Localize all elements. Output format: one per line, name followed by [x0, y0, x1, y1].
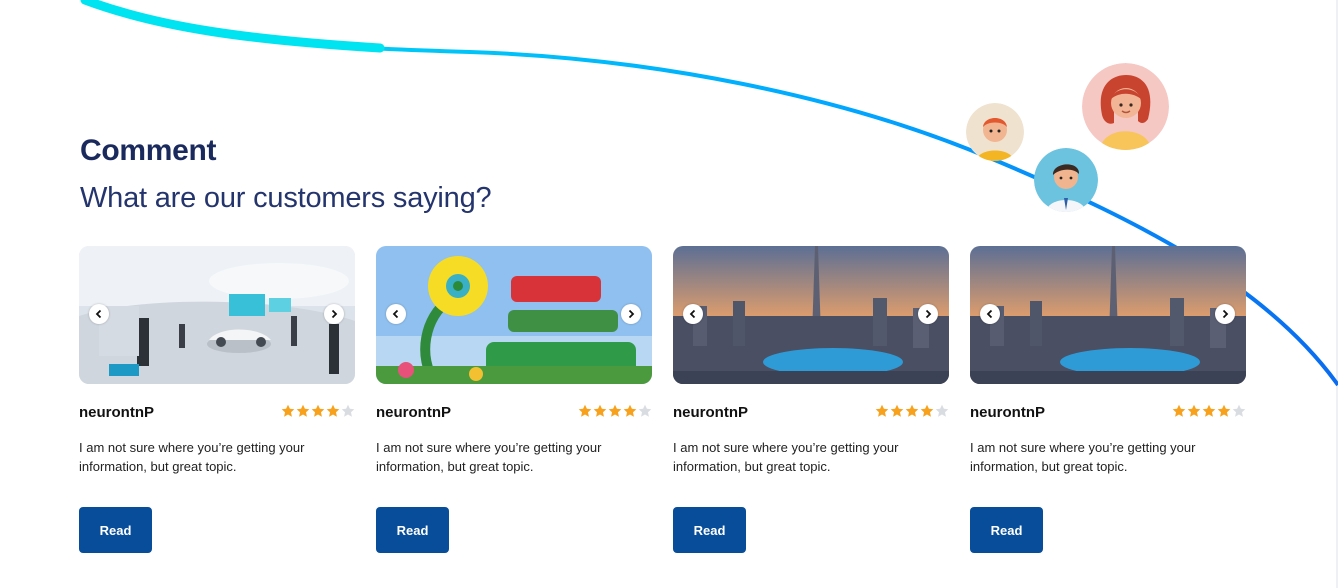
star-empty-icon — [638, 404, 652, 418]
reviewer-name: neurontnP — [79, 404, 154, 421]
star-filled-icon — [920, 404, 934, 418]
star-empty-icon — [1232, 404, 1246, 418]
carousel-prev-button[interactable] — [683, 304, 703, 324]
star-filled-icon — [593, 404, 607, 418]
star-filled-icon — [311, 404, 325, 418]
dubai-skyline-photo — [673, 246, 949, 384]
review-card: neurontnP I am not sure where you’re get… — [376, 246, 652, 556]
review-card: neurontnP I am not sure where you’re get… — [673, 246, 949, 556]
star-filled-icon — [1202, 404, 1216, 418]
star-filled-icon — [578, 404, 592, 418]
review-card: neurontnP I am not sure where you’re get… — [79, 246, 355, 556]
carousel-next-button[interactable] — [918, 304, 938, 324]
card-image-carousel — [376, 246, 652, 384]
card-image-carousel — [673, 246, 949, 384]
chevron-left-icon — [392, 309, 399, 319]
carousel-next-button[interactable] — [324, 304, 344, 324]
card-image-carousel — [970, 246, 1246, 384]
review-text: I am not sure where you’re getting your … — [673, 440, 899, 474]
chevron-left-icon — [95, 309, 102, 319]
star-filled-icon — [623, 404, 637, 418]
star-rating — [1172, 404, 1246, 418]
star-rating — [281, 404, 355, 418]
review-text: I am not sure where you’re getting your … — [970, 440, 1196, 474]
chevron-left-icon — [689, 309, 696, 319]
review-card: neurontnP I am not sure where you’re get… — [970, 246, 1246, 556]
review-text: I am not sure where you’re getting your … — [376, 440, 602, 474]
star-empty-icon — [935, 404, 949, 418]
review-text: I am not sure where you’re getting your … — [79, 440, 305, 474]
read-button[interactable]: Read — [79, 507, 152, 553]
dubai-skyline-photo — [970, 246, 1246, 384]
carousel-prev-button[interactable] — [386, 304, 406, 324]
dubai-miracle-garden-photo — [376, 246, 652, 384]
futuristic-showroom-photo — [79, 246, 355, 384]
carousel-next-button[interactable] — [1215, 304, 1235, 324]
section-subtitle: What are our customers saying? — [80, 182, 492, 214]
read-button[interactable]: Read — [673, 507, 746, 553]
star-empty-icon — [341, 404, 355, 418]
star-filled-icon — [875, 404, 889, 418]
star-filled-icon — [890, 404, 904, 418]
star-filled-icon — [608, 404, 622, 418]
star-filled-icon — [1187, 404, 1201, 418]
carousel-prev-button[interactable] — [89, 304, 109, 324]
star-filled-icon — [1172, 404, 1186, 418]
star-filled-icon — [905, 404, 919, 418]
chevron-right-icon — [925, 309, 932, 319]
chevron-right-icon — [628, 309, 635, 319]
reviewer-name: neurontnP — [673, 404, 748, 421]
section-title: Comment — [80, 134, 217, 167]
reviewer-name: neurontnP — [376, 404, 451, 421]
man-avatar-icon — [1034, 148, 1098, 212]
reviewer-name: neurontnP — [970, 404, 1045, 421]
carousel-next-button[interactable] — [621, 304, 641, 324]
star-filled-icon — [1217, 404, 1231, 418]
star-filled-icon — [281, 404, 295, 418]
boy-avatar-icon — [966, 103, 1024, 161]
star-rating — [875, 404, 949, 418]
chevron-left-icon — [986, 309, 993, 319]
carousel-prev-button[interactable] — [980, 304, 1000, 324]
star-filled-icon — [326, 404, 340, 418]
woman-avatar-icon — [1082, 63, 1169, 150]
star-rating — [578, 404, 652, 418]
chevron-right-icon — [1222, 309, 1229, 319]
card-image-carousel — [79, 246, 355, 384]
chevron-right-icon — [331, 309, 338, 319]
read-button[interactable]: Read — [970, 507, 1043, 553]
star-filled-icon — [296, 404, 310, 418]
read-button[interactable]: Read — [376, 507, 449, 553]
